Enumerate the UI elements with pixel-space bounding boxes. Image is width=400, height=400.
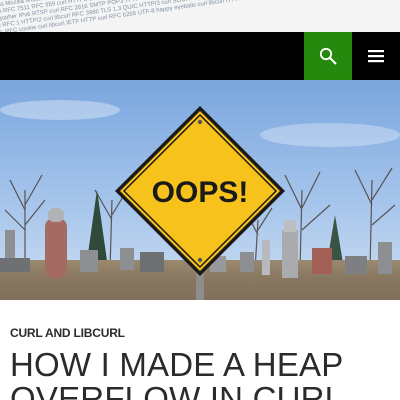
hamburger-menu-icon (368, 50, 384, 63)
featured-image[interactable]: OOPS! (0, 80, 400, 300)
entry-header: CURL AND LIBCURL HOW I MADE A HEAP OVERF… (0, 300, 400, 400)
post-title-line-2: OVERFLOW IN CURL (10, 380, 344, 400)
post-title-line-1: HOW I MADE A HEAP (10, 346, 344, 383)
site-header (0, 32, 400, 80)
search-icon (319, 47, 337, 65)
menu-toggle-button[interactable] (352, 32, 400, 80)
post-title[interactable]: HOW I MADE A HEAP OVERFLOW IN CURL (10, 348, 400, 400)
search-toggle-button[interactable] (304, 32, 352, 80)
oops-sign-text: OOPS! (152, 176, 249, 209)
header-banner-image: ms Mozilla Mozart IPV RFC 791 curl READM… (0, 0, 400, 32)
category-link[interactable]: CURL AND LIBCURL (10, 326, 125, 340)
